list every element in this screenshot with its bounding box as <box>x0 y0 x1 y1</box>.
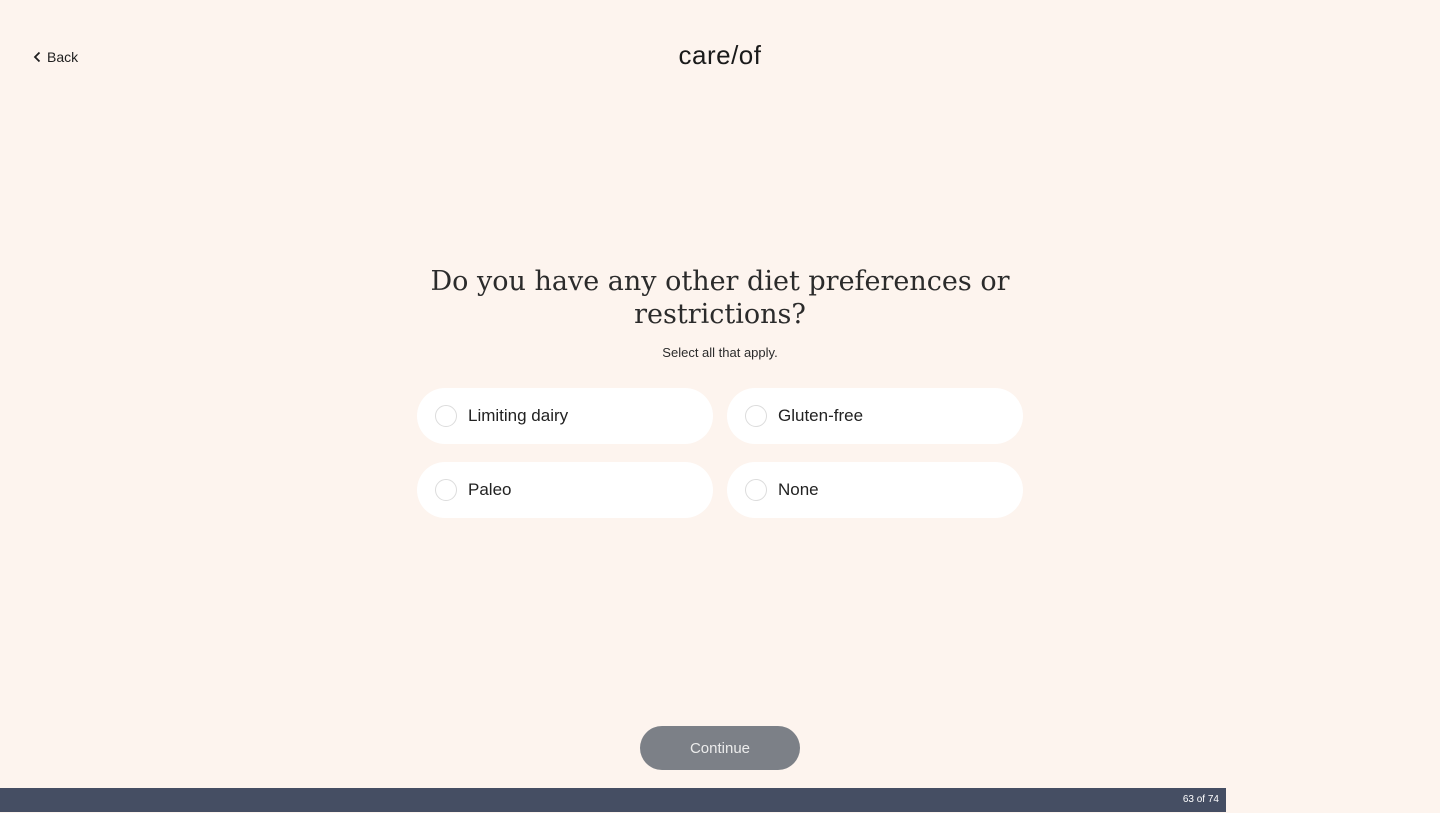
brand-logo: care/of <box>678 40 762 70</box>
question-subtitle: Select all that apply. <box>662 345 778 360</box>
checkbox-circle[interactable] <box>435 405 457 427</box>
progress-bar: 63 of 74 <box>0 788 1226 812</box>
continue-button[interactable]: Continue <box>640 726 800 770</box>
option-label: Gluten-free <box>778 406 864 425</box>
option-label: Limiting dairy <box>468 406 569 425</box>
option-label: Paleo <box>468 480 512 499</box>
progress-counter: 63 of 74 <box>1182 794 1219 805</box>
checkbox-circle[interactable] <box>745 479 767 501</box>
option-gluten-free[interactable]: Gluten-free <box>727 388 1023 444</box>
option-none[interactable]: None <box>727 462 1023 518</box>
checkbox-circle[interactable] <box>745 405 767 427</box>
options-grid: Limiting dairy Gluten-free Paleo None <box>417 388 1023 518</box>
option-paleo[interactable]: Paleo <box>417 462 713 518</box>
checkbox-circle[interactable] <box>435 479 457 501</box>
option-limiting-dairy[interactable]: Limiting dairy <box>417 388 713 444</box>
option-label: None <box>778 480 819 499</box>
question-title: Do you have any other diet preferences o… <box>430 266 1010 330</box>
